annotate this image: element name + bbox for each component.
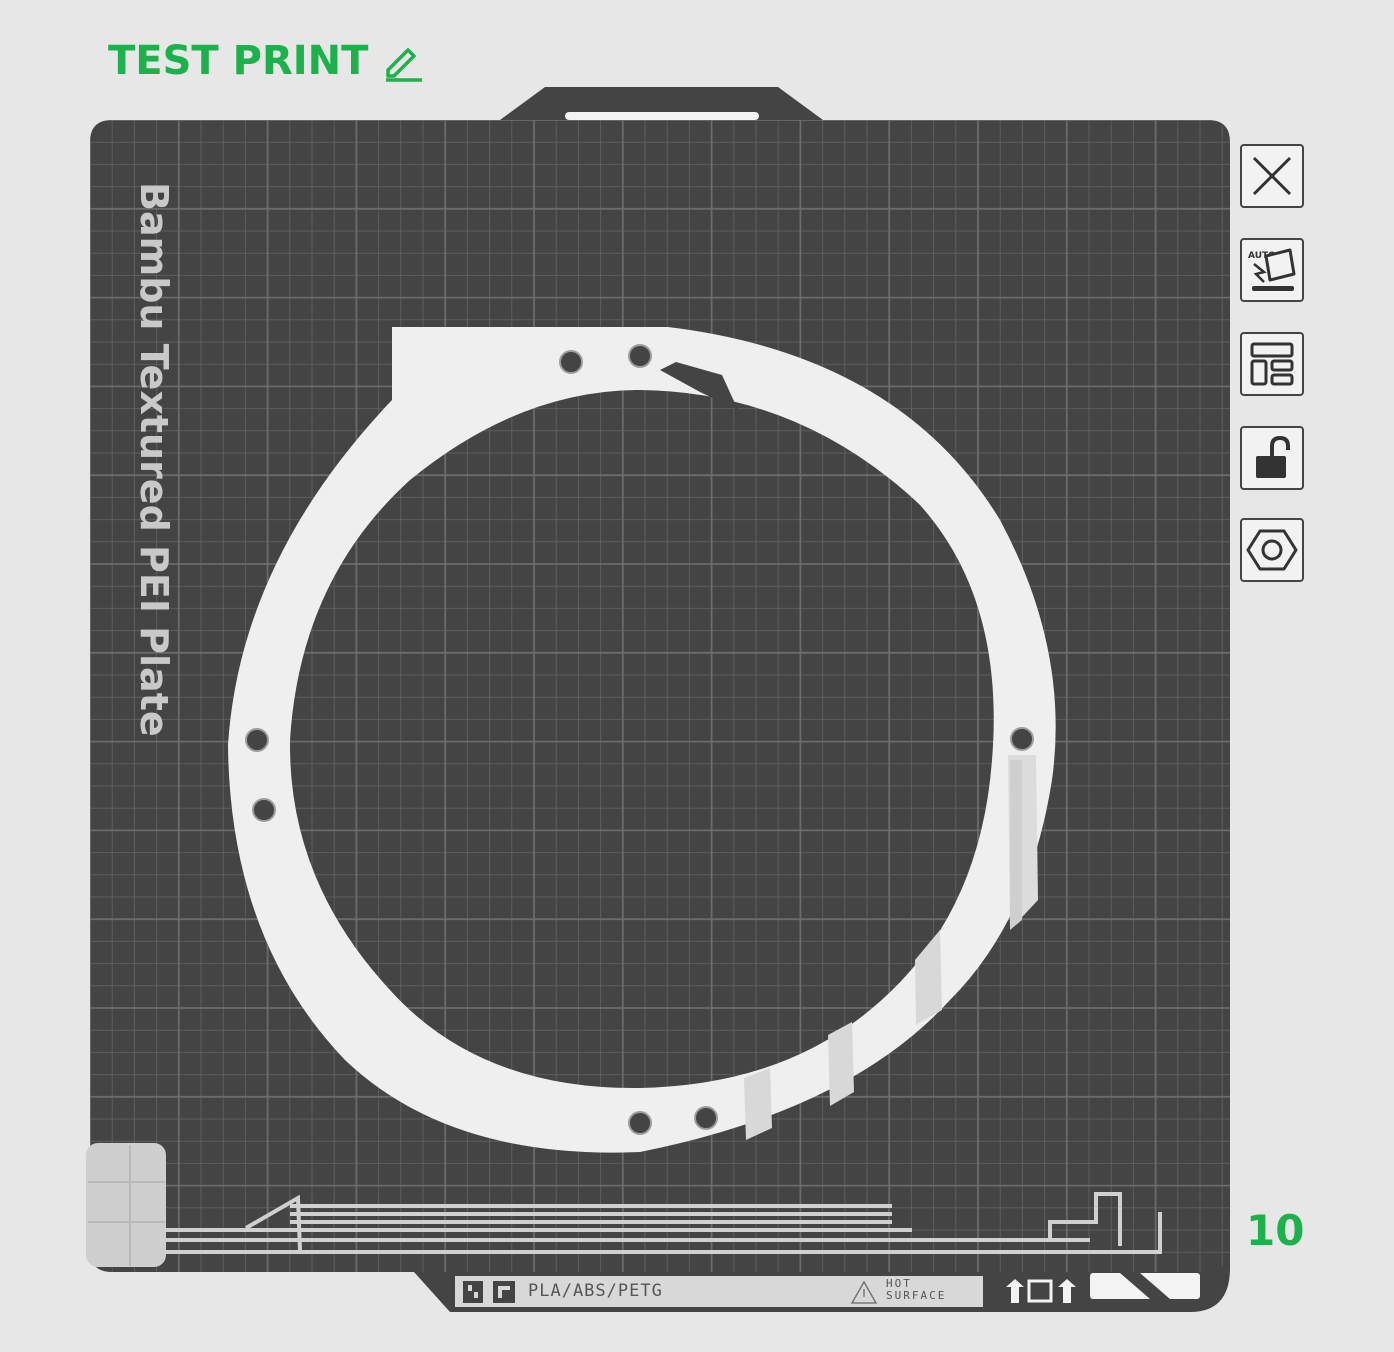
auto-orient-icon: AUTO [1248,248,1296,291]
hex-settings-icon [1246,529,1298,571]
auto-orient-button[interactable]: AUTO [1240,238,1304,302]
hot-surface-warning-bottom: SURFACE [886,1289,947,1302]
corner-marker [1090,1273,1200,1299]
arrange-icon [1250,342,1294,386]
lock-plate-button[interactable] [1240,426,1304,490]
arrange-button[interactable] [1240,332,1304,396]
wipe-area [86,1143,166,1267]
hot-surface-warning: HOT SURFACE [886,1278,946,1302]
plate-type-icon [463,1281,483,1303]
build-plate[interactable] [0,0,1394,1352]
bed-handle-slot [565,112,759,120]
unlock-icon [1256,435,1290,478]
close-icon [1252,156,1292,196]
filament-types: PLA/ABS/PETG [528,1281,663,1301]
plate-layout-icon [493,1281,515,1303]
bed-type-label: Bambu Textured PEI Plate [132,182,176,737]
plate-settings-button[interactable] [1240,518,1304,582]
close-plate-button[interactable] [1240,144,1304,208]
plate-index: 10 [1246,1206,1305,1255]
